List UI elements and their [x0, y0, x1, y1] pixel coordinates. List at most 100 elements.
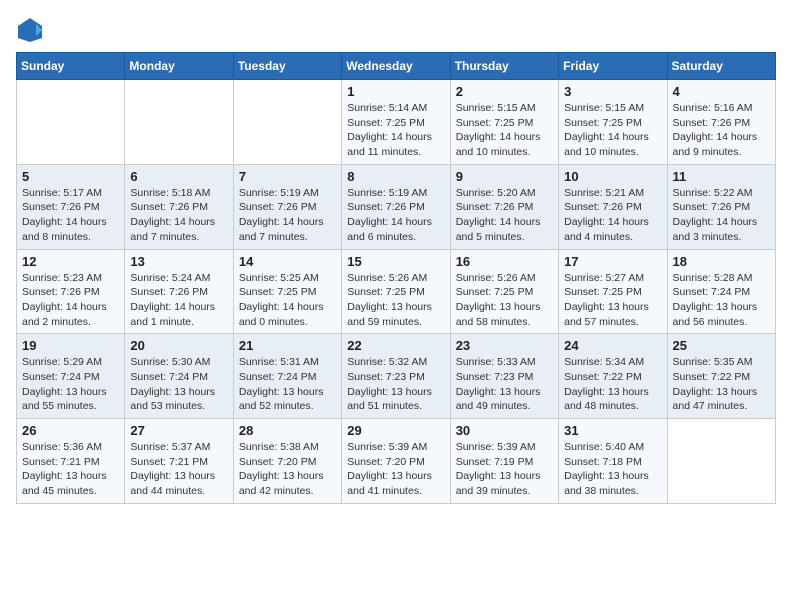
day-number: 30 [456, 423, 553, 438]
weekday-header-thursday: Thursday [450, 53, 558, 80]
calendar-cell: 24 Sunrise: 5:34 AM Sunset: 7:22 PM Dayli… [559, 334, 667, 419]
calendar-week-5: 26 Sunrise: 5:36 AM Sunset: 7:21 PM Dayli… [17, 419, 776, 504]
day-info: Sunrise: 5:30 AM Sunset: 7:24 PM Dayligh… [130, 355, 227, 414]
day-number: 24 [564, 338, 661, 353]
day-info: Sunrise: 5:36 AM Sunset: 7:21 PM Dayligh… [22, 440, 119, 499]
calendar-cell: 27 Sunrise: 5:37 AM Sunset: 7:21 PM Dayli… [125, 419, 233, 504]
day-number: 8 [347, 169, 444, 184]
day-info: Sunrise: 5:21 AM Sunset: 7:26 PM Dayligh… [564, 186, 661, 245]
day-info: Sunrise: 5:37 AM Sunset: 7:21 PM Dayligh… [130, 440, 227, 499]
calendar-cell: 11 Sunrise: 5:22 AM Sunset: 7:26 PM Dayli… [667, 164, 775, 249]
day-number: 20 [130, 338, 227, 353]
weekday-header-monday: Monday [125, 53, 233, 80]
day-info: Sunrise: 5:28 AM Sunset: 7:24 PM Dayligh… [673, 271, 770, 330]
weekday-header-row: SundayMondayTuesdayWednesdayThursdayFrid… [17, 53, 776, 80]
day-info: Sunrise: 5:24 AM Sunset: 7:26 PM Dayligh… [130, 271, 227, 330]
day-number: 17 [564, 254, 661, 269]
calendar-cell: 6 Sunrise: 5:18 AM Sunset: 7:26 PM Daylig… [125, 164, 233, 249]
day-info: Sunrise: 5:19 AM Sunset: 7:26 PM Dayligh… [239, 186, 336, 245]
day-info: Sunrise: 5:34 AM Sunset: 7:22 PM Dayligh… [564, 355, 661, 414]
weekday-header-saturday: Saturday [667, 53, 775, 80]
calendar-cell: 2Sunrise: 5:15 AM Sunset: 7:25 PM Daylig… [450, 80, 558, 165]
day-number: 7 [239, 169, 336, 184]
calendar-cell: 17 Sunrise: 5:27 AM Sunset: 7:25 PM Dayli… [559, 249, 667, 334]
calendar-cell: 9 Sunrise: 5:20 AM Sunset: 7:26 PM Daylig… [450, 164, 558, 249]
day-number: 6 [130, 169, 227, 184]
day-number: 27 [130, 423, 227, 438]
calendar-cell: 10 Sunrise: 5:21 AM Sunset: 7:26 PM Dayli… [559, 164, 667, 249]
day-number: 4 [673, 84, 770, 99]
logo-icon [16, 16, 44, 44]
day-info: Sunrise: 5:26 AM Sunset: 7:25 PM Dayligh… [347, 271, 444, 330]
day-info: Sunrise: 5:26 AM Sunset: 7:25 PM Dayligh… [456, 271, 553, 330]
day-number: 21 [239, 338, 336, 353]
day-number: 15 [347, 254, 444, 269]
day-number: 26 [22, 423, 119, 438]
page-header [16, 16, 776, 44]
calendar-cell: 18 Sunrise: 5:28 AM Sunset: 7:24 PM Dayli… [667, 249, 775, 334]
day-number: 11 [673, 169, 770, 184]
day-info: Sunrise: 5:27 AM Sunset: 7:25 PM Dayligh… [564, 271, 661, 330]
day-info: Sunrise: 5:39 AM Sunset: 7:19 PM Dayligh… [456, 440, 553, 499]
calendar-cell: 8 Sunrise: 5:19 AM Sunset: 7:26 PM Daylig… [342, 164, 450, 249]
weekday-header-tuesday: Tuesday [233, 53, 341, 80]
calendar-week-3: 12Sunrise: 5:23 AM Sunset: 7:26 PM Dayli… [17, 249, 776, 334]
calendar-week-1: 1 Sunrise: 5:14 AM Sunset: 7:25 PM Daylig… [17, 80, 776, 165]
calendar-cell: 12Sunrise: 5:23 AM Sunset: 7:26 PM Dayli… [17, 249, 125, 334]
calendar-cell [667, 419, 775, 504]
calendar-week-2: 5Sunrise: 5:17 AM Sunset: 7:26 PM Daylig… [17, 164, 776, 249]
day-info: Sunrise: 5:15 AM Sunset: 7:25 PM Dayligh… [456, 101, 553, 160]
calendar-cell: 3 Sunrise: 5:15 AM Sunset: 7:25 PM Daylig… [559, 80, 667, 165]
calendar-body: 1 Sunrise: 5:14 AM Sunset: 7:25 PM Daylig… [17, 80, 776, 504]
calendar-cell: 30 Sunrise: 5:39 AM Sunset: 7:19 PM Dayli… [450, 419, 558, 504]
day-number: 31 [564, 423, 661, 438]
day-number: 9 [456, 169, 553, 184]
calendar-cell: 22 Sunrise: 5:32 AM Sunset: 7:23 PM Dayli… [342, 334, 450, 419]
calendar-cell [17, 80, 125, 165]
day-info: Sunrise: 5:22 AM Sunset: 7:26 PM Dayligh… [673, 186, 770, 245]
day-info: Sunrise: 5:39 AM Sunset: 7:20 PM Dayligh… [347, 440, 444, 499]
day-info: Sunrise: 5:16 AM Sunset: 7:26 PM Dayligh… [673, 101, 770, 160]
day-number: 12 [22, 254, 119, 269]
day-info: Sunrise: 5:18 AM Sunset: 7:26 PM Dayligh… [130, 186, 227, 245]
day-info: Sunrise: 5:25 AM Sunset: 7:25 PM Dayligh… [239, 271, 336, 330]
day-number: 19 [22, 338, 119, 353]
day-info: Sunrise: 5:29 AM Sunset: 7:24 PM Dayligh… [22, 355, 119, 414]
calendar-cell: 21 Sunrise: 5:31 AM Sunset: 7:24 PM Dayli… [233, 334, 341, 419]
calendar-cell: 4 Sunrise: 5:16 AM Sunset: 7:26 PM Daylig… [667, 80, 775, 165]
weekday-header-sunday: Sunday [17, 53, 125, 80]
calendar-cell: 29Sunrise: 5:39 AM Sunset: 7:20 PM Dayli… [342, 419, 450, 504]
calendar-cell: 13 Sunrise: 5:24 AM Sunset: 7:26 PM Dayli… [125, 249, 233, 334]
day-number: 14 [239, 254, 336, 269]
day-number: 1 [347, 84, 444, 99]
day-number: 18 [673, 254, 770, 269]
day-number: 3 [564, 84, 661, 99]
weekday-header-friday: Friday [559, 53, 667, 80]
calendar-cell [233, 80, 341, 165]
day-info: Sunrise: 5:14 AM Sunset: 7:25 PM Dayligh… [347, 101, 444, 160]
day-info: Sunrise: 5:33 AM Sunset: 7:23 PM Dayligh… [456, 355, 553, 414]
day-number: 13 [130, 254, 227, 269]
calendar-cell: 25Sunrise: 5:35 AM Sunset: 7:22 PM Dayli… [667, 334, 775, 419]
day-number: 16 [456, 254, 553, 269]
calendar-cell: 16 Sunrise: 5:26 AM Sunset: 7:25 PM Dayli… [450, 249, 558, 334]
day-info: Sunrise: 5:40 AM Sunset: 7:18 PM Dayligh… [564, 440, 661, 499]
day-info: Sunrise: 5:15 AM Sunset: 7:25 PM Dayligh… [564, 101, 661, 160]
calendar-cell: 7 Sunrise: 5:19 AM Sunset: 7:26 PM Daylig… [233, 164, 341, 249]
day-number: 22 [347, 338, 444, 353]
day-number: 10 [564, 169, 661, 184]
day-info: Sunrise: 5:19 AM Sunset: 7:26 PM Dayligh… [347, 186, 444, 245]
calendar-cell [125, 80, 233, 165]
calendar-cell: 26 Sunrise: 5:36 AM Sunset: 7:21 PM Dayli… [17, 419, 125, 504]
day-info: Sunrise: 5:31 AM Sunset: 7:24 PM Dayligh… [239, 355, 336, 414]
calendar-cell: 14 Sunrise: 5:25 AM Sunset: 7:25 PM Dayli… [233, 249, 341, 334]
day-info: Sunrise: 5:17 AM Sunset: 7:26 PM Dayligh… [22, 186, 119, 245]
day-number: 25 [673, 338, 770, 353]
day-info: Sunrise: 5:20 AM Sunset: 7:26 PM Dayligh… [456, 186, 553, 245]
calendar-cell: 5Sunrise: 5:17 AM Sunset: 7:26 PM Daylig… [17, 164, 125, 249]
calendar-header: SundayMondayTuesdayWednesdayThursdayFrid… [17, 53, 776, 80]
day-info: Sunrise: 5:32 AM Sunset: 7:23 PM Dayligh… [347, 355, 444, 414]
logo [16, 16, 48, 44]
day-number: 28 [239, 423, 336, 438]
calendar-cell: 15 Sunrise: 5:26 AM Sunset: 7:25 PM Dayli… [342, 249, 450, 334]
